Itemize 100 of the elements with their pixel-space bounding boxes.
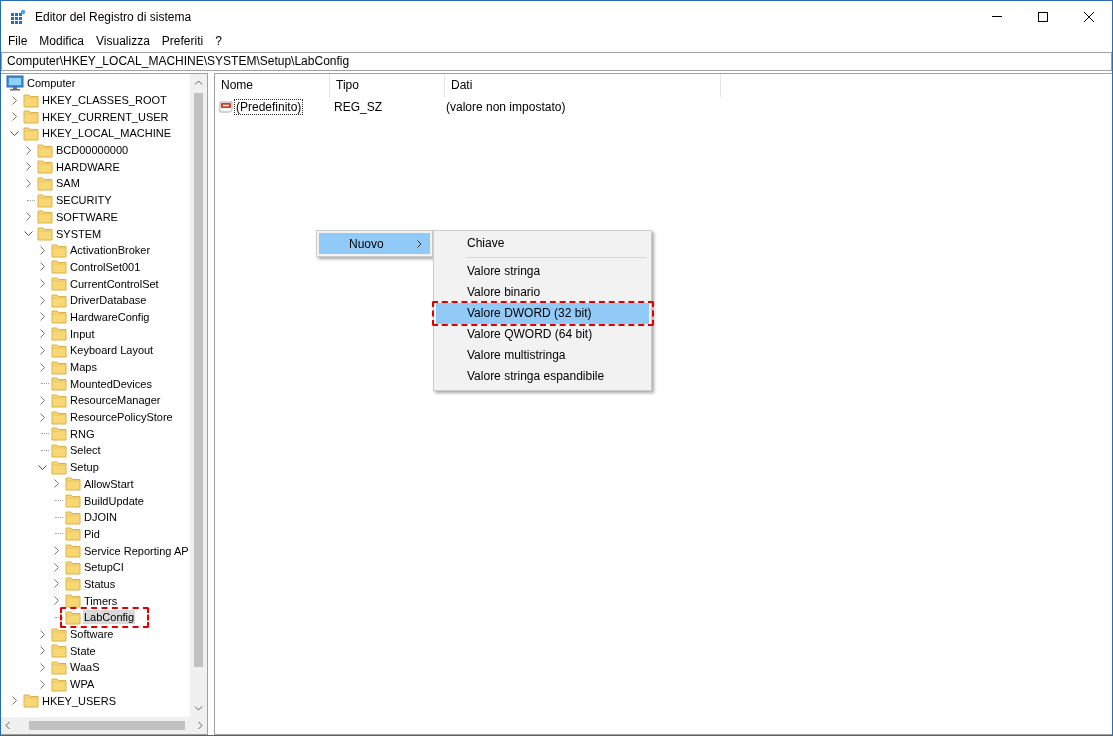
tree-item[interactable]: MountedDevices (69, 376, 153, 391)
menu-item[interactable]: Visualizza (90, 34, 156, 48)
folder-icon (51, 326, 67, 342)
folder-icon (37, 175, 53, 191)
folder-icon (51, 442, 67, 458)
menu-item[interactable]: Valore stringa espandibile (436, 366, 649, 387)
scroll-up-icon (194, 80, 203, 85)
tree-item[interactable]: LabConfig (83, 610, 136, 625)
tree-item[interactable]: Input (69, 326, 96, 341)
folder-icon (51, 359, 67, 375)
tree-item[interactable]: Software (69, 627, 115, 642)
folder-icon (23, 109, 39, 125)
tree-item[interactable]: CurrentControlSet (69, 276, 160, 291)
folder-icon (65, 526, 81, 542)
tree-item[interactable]: HARDWARE (55, 159, 121, 174)
folder-icon (51, 242, 67, 258)
folder-icon (37, 226, 53, 242)
menu-item[interactable]: Preferiti (155, 34, 210, 48)
menu-item[interactable]: Modifica (33, 34, 91, 48)
folder-icon (65, 576, 81, 592)
folder-icon (51, 659, 67, 675)
scroll-right-icon (198, 721, 203, 730)
tree-item[interactable]: ResourceManager (69, 393, 162, 408)
maximize-icon (1038, 11, 1048, 22)
menu-item[interactable]: ? (209, 34, 228, 48)
folder-icon (51, 426, 67, 442)
tree-item[interactable]: SAM (55, 176, 81, 191)
folder-icon (51, 392, 67, 408)
folder-icon (65, 559, 81, 575)
menu-item[interactable]: Valore stringa (436, 261, 649, 282)
tree-item[interactable]: SetupCI (83, 560, 125, 575)
scroll-down-icon (194, 706, 203, 711)
menu-item[interactable]: Valore binario (436, 282, 649, 303)
scroll-left-icon (5, 721, 10, 730)
menu-item[interactable]: Chiave (436, 233, 649, 254)
folder-icon (65, 543, 81, 559)
tree-item[interactable]: BuildUpdate (83, 493, 145, 508)
tree-item[interactable]: Timers (83, 593, 119, 608)
window-title: Editor del Registro di sistema (35, 9, 192, 24)
minimize-icon (992, 16, 1002, 17)
folder-icon (51, 676, 67, 692)
tree-item[interactable]: Setup (69, 460, 100, 475)
tree-item[interactable]: ResourcePolicyStore (69, 410, 174, 425)
column-header[interactable]: Nome (215, 74, 330, 97)
tree-item[interactable]: DriverDatabase (69, 293, 148, 308)
tree-item[interactable]: Keyboard Layout (69, 343, 155, 358)
folder-icon (51, 409, 67, 425)
tree-item[interactable]: Pid (83, 526, 101, 541)
tree-item[interactable]: HKEY_CLASSES_ROOT (41, 93, 168, 108)
horizontal-scrollbar[interactable] (1, 717, 207, 734)
folder-icon (37, 209, 53, 225)
tree-item[interactable]: AllowStart (83, 476, 135, 491)
tree-item[interactable]: ActivationBroker (69, 243, 152, 258)
close-icon (1084, 11, 1094, 22)
folder-icon (51, 259, 67, 275)
tree-item[interactable]: HKEY_CURRENT_USER (41, 109, 170, 124)
tree-item[interactable]: ControlSet001 (69, 259, 142, 274)
tree-item[interactable]: Computer (26, 76, 77, 91)
folder-icon (23, 92, 39, 108)
tree-item[interactable]: SOFTWARE (55, 209, 119, 224)
tree-item[interactable]: BCD00000000 (55, 143, 130, 158)
tree-item[interactable]: RNG (69, 426, 96, 441)
tree-item[interactable]: SYSTEM (55, 226, 103, 241)
menu-item[interactable]: File (2, 34, 34, 48)
vertical-scrollbar[interactable] (190, 74, 207, 717)
registry-app-icon (10, 8, 26, 25)
tree-item[interactable]: Maps (69, 360, 98, 375)
tree-item[interactable]: SECURITY (55, 193, 113, 208)
folder-icon (51, 376, 67, 392)
folder-icon (51, 292, 67, 308)
address-field[interactable]: Computer\HKEY_LOCAL_MACHINE\SYSTEM\Setup\LabConfig (1, 52, 1112, 71)
folder-icon (37, 142, 53, 158)
tree-item[interactable]: Status (83, 576, 117, 591)
tree-item[interactable]: HKEY_USERS (41, 693, 117, 708)
folder-icon (65, 476, 81, 492)
tree-item[interactable]: Service Reporting AP (83, 543, 190, 558)
folder-icon (23, 693, 39, 709)
tree-item[interactable]: State (69, 643, 97, 658)
tree-item[interactable]: HKEY_LOCAL_MACHINE (41, 126, 172, 141)
tree-item[interactable]: DJOIN (83, 510, 118, 525)
table-cell: (valore non impostato) (445, 99, 566, 114)
tree-item[interactable]: Select (69, 443, 102, 458)
table-cell[interactable]: (Predefinito) (234, 98, 304, 115)
folder-icon (65, 593, 81, 609)
menu-item[interactable]: Valore multistringa (436, 345, 649, 366)
scrollbar-thumb[interactable] (194, 93, 203, 667)
folder-icon (23, 125, 39, 141)
tree-item[interactable]: HardwareConfig (69, 309, 151, 324)
string-value-icon (219, 100, 233, 113)
column-header[interactable]: Dati (445, 74, 721, 97)
menu-item[interactable]: Valore QWORD (64 bit) (436, 324, 649, 345)
tree-item[interactable]: WaaS (69, 660, 101, 675)
folder-icon (51, 276, 67, 292)
column-header[interactable]: Tipo (330, 74, 445, 97)
scrollbar-thumb[interactable] (29, 721, 185, 730)
folder-icon (65, 509, 81, 525)
tree-item[interactable]: WPA (69, 677, 96, 692)
table-cell-text: REG_SZ (333, 99, 383, 114)
menu-item[interactable]: Nuovo (319, 233, 430, 254)
folder-icon (51, 626, 67, 642)
